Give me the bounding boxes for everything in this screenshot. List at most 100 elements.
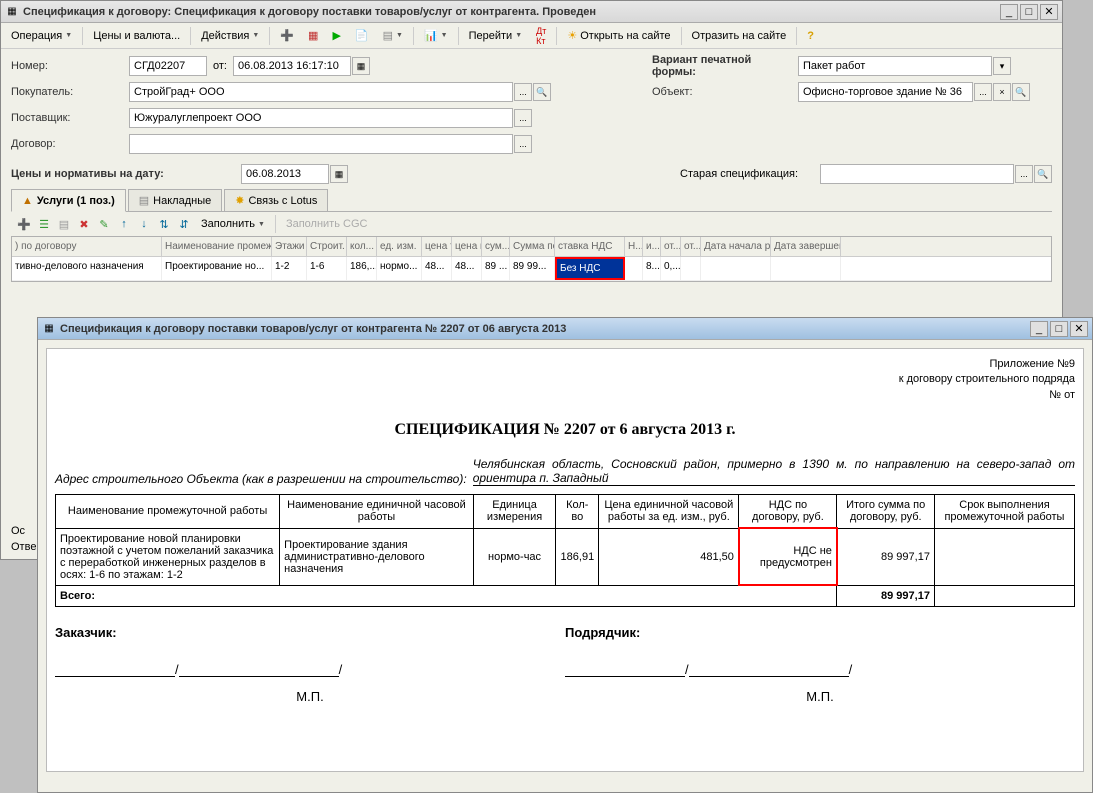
grid-cell[interactable]: Без НДС — [555, 257, 625, 280]
delete-icon[interactable]: ✖ — [75, 215, 93, 233]
grid-header-cell[interactable]: от... це... — [661, 237, 681, 256]
tab-lotus[interactable]: ✸Связь с Lotus — [224, 189, 328, 211]
grid-header-cell[interactable]: кол... еди... — [347, 237, 377, 256]
old-spec-input[interactable] — [820, 164, 1014, 184]
grid-cell[interactable]: 186,... — [347, 257, 377, 280]
grid-cell[interactable]: тивно-делового назначения — [12, 257, 162, 280]
number-input[interactable]: СГД02207 — [129, 56, 207, 76]
contract-input[interactable] — [129, 134, 513, 154]
fill-button[interactable]: Заполнить▼ — [195, 214, 271, 234]
clear-icon[interactable]: × — [993, 83, 1011, 101]
number-label: Номер: — [11, 60, 129, 72]
sort-desc-icon[interactable]: ⇵ — [175, 215, 193, 233]
grid-header-cell[interactable]: цена по... — [452, 237, 482, 256]
search-icon[interactable]: 🔍 — [1034, 165, 1052, 183]
grid-cell[interactable]: 1-6 — [307, 257, 347, 280]
grid-cell[interactable] — [701, 257, 771, 280]
select-icon[interactable]: ... — [514, 83, 532, 101]
grid-cell[interactable]: 89 ... — [482, 257, 510, 280]
grid-header-cell[interactable]: Строит. оси — [307, 237, 347, 256]
dtct-icon[interactable]: ДтКт — [530, 26, 552, 46]
grid-header-cell[interactable]: Дата начала работы — [701, 237, 771, 256]
sort-asc-icon[interactable]: ⇅ — [155, 215, 173, 233]
norms-label: Цены и нормативы на дату: — [11, 168, 241, 180]
to-contract-text: к договору строительного подряда — [55, 372, 1075, 387]
search-icon[interactable]: 🔍 — [1012, 83, 1030, 101]
date-input[interactable]: 06.08.2013 16:17:10 — [233, 56, 351, 76]
grid-header-cell[interactable]: ) по договору — [12, 237, 162, 256]
grid-cell[interactable]: 48... — [452, 257, 482, 280]
maximize-button[interactable]: □ — [1050, 321, 1068, 337]
select-icon[interactable]: ... — [514, 109, 532, 127]
grid-header-cell[interactable]: и... су... — [643, 237, 661, 256]
post-icon[interactable]: ▶ — [326, 26, 346, 46]
grid-cell[interactable]: нормо... — [377, 257, 422, 280]
grid-cell[interactable]: 0,... — [661, 257, 681, 280]
grid-header-cell[interactable]: ед. изм. — [377, 237, 422, 256]
buyer-input[interactable]: СтройГрад+ ООО — [129, 82, 513, 102]
norms-date-input[interactable]: 06.08.2013 — [241, 164, 329, 184]
variant-select[interactable]: Пакет работ — [798, 56, 992, 76]
minimize-button[interactable]: _ — [1000, 4, 1018, 20]
grid-header-cell[interactable]: цена тов... — [422, 237, 452, 256]
appendix-text: Приложение №9 — [55, 357, 1075, 372]
grid-header-cell[interactable]: Сумма по — [510, 237, 555, 256]
grid-header-cell[interactable]: Этажи — [272, 237, 307, 256]
grid-cell[interactable] — [681, 257, 701, 280]
operation-menu[interactable]: Операция▼ — [5, 26, 78, 46]
help-icon[interactable]: ? — [801, 26, 820, 46]
grid-header-cell[interactable]: Наименование промежуточной — [162, 237, 272, 256]
report-icon[interactable]: 📊▼ — [418, 26, 454, 46]
grid-cell[interactable] — [625, 257, 643, 280]
date-picker-icon[interactable]: ▦ — [352, 57, 370, 75]
struct-icon[interactable]: ▤▼ — [377, 26, 409, 46]
add-group-icon[interactable]: ☰ — [35, 215, 53, 233]
up-icon[interactable]: ↑ — [115, 215, 133, 233]
prices-button[interactable]: Цены и валюта... — [87, 26, 186, 46]
tab-services[interactable]: ▲Услуги (1 поз.) — [11, 189, 126, 212]
actions-menu[interactable]: Действия▼ — [195, 26, 265, 46]
grid-cell[interactable] — [771, 257, 841, 280]
select-icon[interactable]: ... — [1015, 165, 1033, 183]
cell-unit: нормо-час — [473, 528, 556, 585]
down-icon[interactable]: ↓ — [135, 215, 153, 233]
run-icon[interactable]: ➕ — [274, 26, 300, 46]
grid-header-cell[interactable]: ставка НДС — [555, 237, 625, 256]
search-icon[interactable]: 🔍 — [533, 83, 551, 101]
from-label: от: — [213, 60, 227, 72]
reflect-site-button[interactable]: Отразить на сайте — [686, 26, 793, 46]
fill-cgc-button: Заполнить CGC — [280, 214, 374, 234]
object-input[interactable]: Офисно-торговое здание № 36 — [798, 82, 973, 102]
dropdown-icon[interactable]: ▾ — [993, 57, 1011, 75]
spec-header-cell: Единица измерения — [473, 495, 556, 529]
supplier-input[interactable]: Южуралуглепроект ООО — [129, 108, 513, 128]
grid-header-cell[interactable]: Дата завершения — [771, 237, 841, 256]
grid-cell[interactable]: 8... — [643, 257, 661, 280]
close-button[interactable]: ✕ — [1070, 321, 1088, 337]
cell-vat: НДС не предусмотрен — [739, 528, 837, 585]
services-grid[interactable]: ) по договоруНаименование промежуточнойЭ… — [11, 236, 1052, 282]
grid-cell[interactable]: 89 99... — [510, 257, 555, 280]
goto-menu[interactable]: Перейти▼ — [463, 26, 529, 46]
grid-cell[interactable]: 1-2 — [272, 257, 307, 280]
date-picker-icon[interactable]: ▦ — [330, 165, 348, 183]
doc-icon[interactable]: 📄 — [349, 26, 375, 46]
grid-header-cell[interactable]: Н... — [625, 237, 643, 256]
minimize-button[interactable]: _ — [1030, 321, 1048, 337]
grid-header-cell[interactable]: от... — [681, 237, 701, 256]
close-button[interactable]: ✕ — [1040, 4, 1058, 20]
add-row-icon[interactable]: ➕ — [15, 215, 33, 233]
grid-header-cell[interactable]: сум... — [482, 237, 510, 256]
grid-icon[interactable]: ▦ — [302, 26, 324, 46]
edit-icon[interactable]: ✎ — [95, 215, 113, 233]
tab-invoices[interactable]: ▤Накладные — [128, 189, 222, 211]
main-toolbar: Операция▼ Цены и валюта... Действия▼ ➕ ▦… — [1, 23, 1062, 49]
grid-cell[interactable]: Проектирование но... — [162, 257, 272, 280]
grid-cell[interactable]: 48... — [422, 257, 452, 280]
select-icon[interactable]: ... — [974, 83, 992, 101]
clone-icon[interactable]: ▤ — [55, 215, 73, 233]
maximize-button[interactable]: □ — [1020, 4, 1038, 20]
print-preview-window: ▦ Спецификация к договору поставки товар… — [37, 317, 1093, 793]
open-site-button[interactable]: ☀Открыть на сайте — [561, 26, 676, 46]
select-icon[interactable]: ... — [514, 135, 532, 153]
